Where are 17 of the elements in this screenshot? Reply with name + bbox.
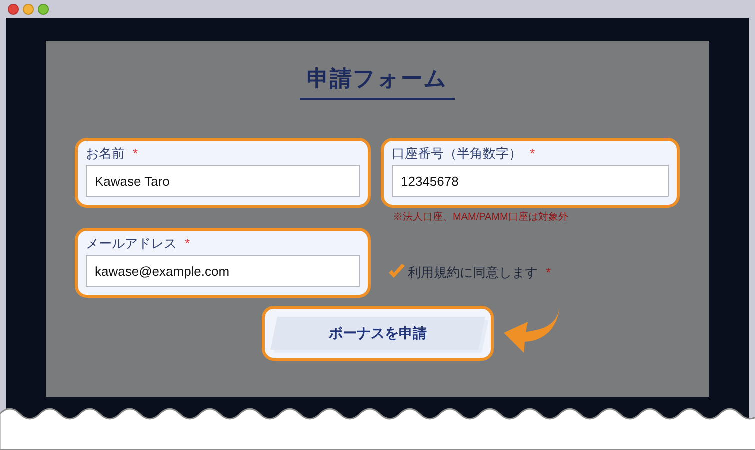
required-mark: * <box>185 234 190 253</box>
input-field[interactable]: kawase@example.com <box>86 255 360 287</box>
zoom-icon[interactable] <box>38 4 49 14</box>
input-field[interactable]: Kawase Taro <box>86 165 360 197</box>
close-icon[interactable] <box>8 4 19 14</box>
checkmark-icon[interactable] <box>388 264 406 280</box>
input-field[interactable]: 12345678 <box>392 165 669 197</box>
minimize-icon[interactable] <box>23 4 34 14</box>
field-label: メールアドレス <box>86 234 177 253</box>
field-label: 口座番号（半角数字） <box>392 144 522 163</box>
required-mark: * <box>546 264 552 282</box>
required-mark: * <box>133 144 138 163</box>
form-title: 申請フォーム <box>300 65 455 100</box>
submit-button[interactable]: ボーナスを申請 <box>262 306 494 361</box>
field-note: ※法人口座、MAM/PAMM口座は対象外 <box>392 211 570 225</box>
required-mark: * <box>530 144 536 163</box>
field-label: お名前 <box>86 144 125 163</box>
